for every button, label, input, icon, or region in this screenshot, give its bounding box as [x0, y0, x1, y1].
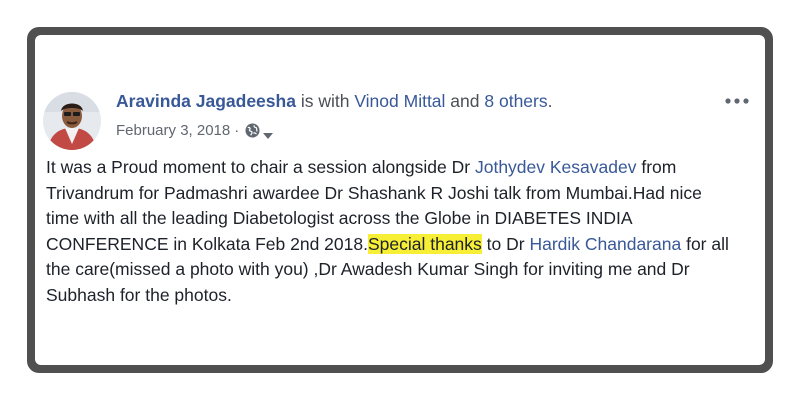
avatar[interactable] [43, 92, 101, 150]
others-link[interactable]: 8 others [484, 91, 547, 111]
privacy-dropdown-caret-icon[interactable] [263, 127, 274, 139]
mention-link[interactable]: Hardik Chandarana [529, 234, 681, 254]
globe-icon[interactable] [245, 123, 260, 138]
post-card: Aravinda Jagadeesha is with Vinod Mittal… [35, 35, 765, 365]
screenshot-frame: Aravinda Jagadeesha is with Vinod Mittal… [27, 27, 773, 373]
post-date[interactable]: February 3, 2018 [116, 122, 230, 139]
tagged-person-link[interactable]: Vinod Mittal [354, 91, 445, 111]
header-period: . [547, 91, 553, 111]
body-text-3: to Dr [481, 233, 530, 254]
and-text: and [445, 91, 485, 111]
more-options-icon[interactable] [723, 91, 751, 111]
body-text-1: It was a Proud moment to chair a session… [46, 157, 475, 177]
author-name[interactable]: Aravinda Jagadeesha [116, 91, 296, 111]
with-text: is with [295, 91, 355, 111]
post-meta: February 3, 2018 · [116, 122, 274, 139]
post-body: It was a Proud moment to chair a session… [46, 155, 736, 309]
mention-link[interactable]: Jothydev Kesavadev [475, 157, 637, 177]
highlighted-text: Special thanks [367, 233, 482, 254]
post-header: Aravinda Jagadeesha is with Vinod Mittal… [116, 91, 552, 112]
meta-separator: · [234, 122, 240, 139]
